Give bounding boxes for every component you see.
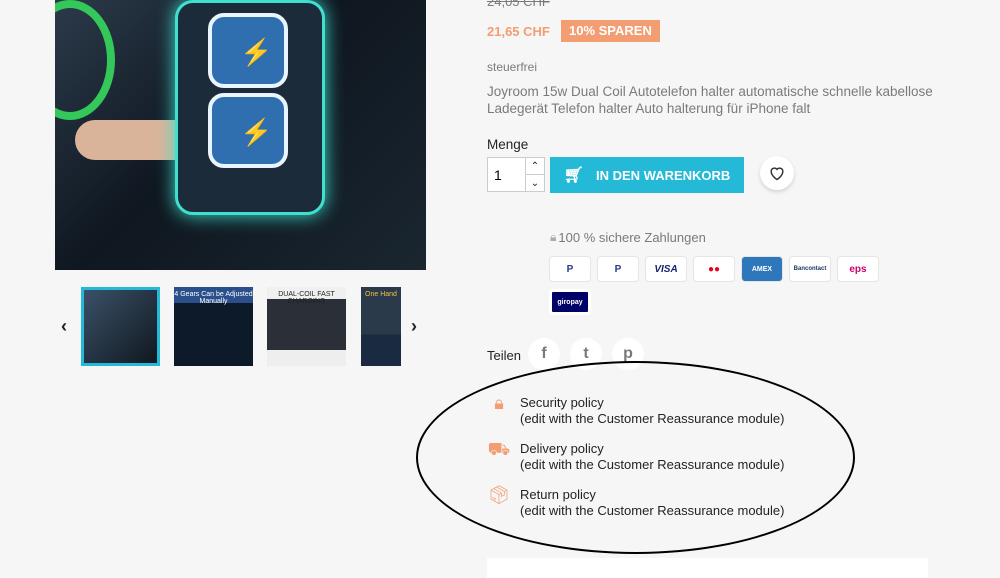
tax-label: steuerfrei xyxy=(487,60,538,74)
box-hand-icon: 📦︎ xyxy=(487,485,511,505)
quantity-down-button[interactable]: ⌄ xyxy=(525,175,544,192)
quantity-input[interactable] xyxy=(488,158,526,191)
thumbnail[interactable] xyxy=(81,287,160,366)
paypal-logo: P xyxy=(597,256,639,282)
paypal-logo: P xyxy=(549,256,591,282)
truck-icon: ⛟ xyxy=(487,439,511,459)
discount-badge: 10% SPAREN xyxy=(561,20,660,42)
thumbnail[interactable]: DUAL-COIL FAST CHARGING xyxy=(267,287,346,366)
facebook-icon[interactable]: f xyxy=(528,338,560,370)
secure-payment-label: 🔒︎ 100 % sichere Zahlungen xyxy=(550,230,706,245)
add-to-cart-button[interactable]: 🛒︎ IN DEN WARENKORB xyxy=(550,157,744,193)
thumbnail[interactable]: One Hand xyxy=(361,287,401,366)
bancontact-logo: Bancontact xyxy=(789,256,831,282)
cart-icon: 🛒︎ xyxy=(563,167,584,184)
quantity-up-button[interactable]: ⌃ xyxy=(525,158,544,175)
product-description: Joyroom 15w Dual Coil Autotelefon halter… xyxy=(487,84,933,116)
current-price: 21,65 CHF xyxy=(487,24,550,39)
lock-icon: 🔒︎ xyxy=(550,230,557,244)
coil-graphic: ⚡ xyxy=(208,13,288,88)
old-price: 24,05 CHF xyxy=(487,0,550,9)
share-label: Teilen xyxy=(487,348,521,363)
phone-holder-graphic: ⚡ ⚡ xyxy=(175,0,325,215)
thumbnail-next-arrow[interactable]: › xyxy=(411,316,417,337)
details-panel xyxy=(487,558,928,578)
lock-icon: 🔒︎ xyxy=(494,393,504,413)
amex-logo: AMEX xyxy=(741,256,783,282)
quantity-stepper: ⌃ ⌄ xyxy=(487,157,545,192)
eps-logo: eps xyxy=(837,256,879,282)
giropay-logo: giropay xyxy=(549,289,591,315)
charging-ring-graphic xyxy=(55,0,115,120)
mastercard-logo: ●● xyxy=(693,256,735,282)
product-main-image[interactable]: ⚡ ⚡ xyxy=(55,0,426,270)
reassurance-item-security: 🔒︎ Security policy (edit with the Custome… xyxy=(486,393,784,427)
payment-methods: P P VISA ●● AMEX Bancontact eps xyxy=(549,256,879,282)
reassurance-item-delivery: ⛟ Delivery policy (edit with the Customer… xyxy=(487,439,785,472)
bolt-icon: ⚡ xyxy=(240,117,273,147)
thumbnail[interactable]: 4 Gears Can be Adjusted Manually xyxy=(174,287,253,366)
wishlist-button[interactable] xyxy=(760,156,794,190)
bolt-icon: ⚡ xyxy=(240,37,273,67)
heart-icon xyxy=(770,167,784,181)
thumbnail-prev-arrow[interactable]: ‹ xyxy=(61,316,67,337)
reassurance-item-return: 📦︎ Return policy (edit with the Customer … xyxy=(487,485,785,518)
visa-logo: VISA xyxy=(645,256,687,282)
quantity-label: Menge xyxy=(487,137,529,152)
coil-graphic: ⚡ xyxy=(208,93,288,168)
